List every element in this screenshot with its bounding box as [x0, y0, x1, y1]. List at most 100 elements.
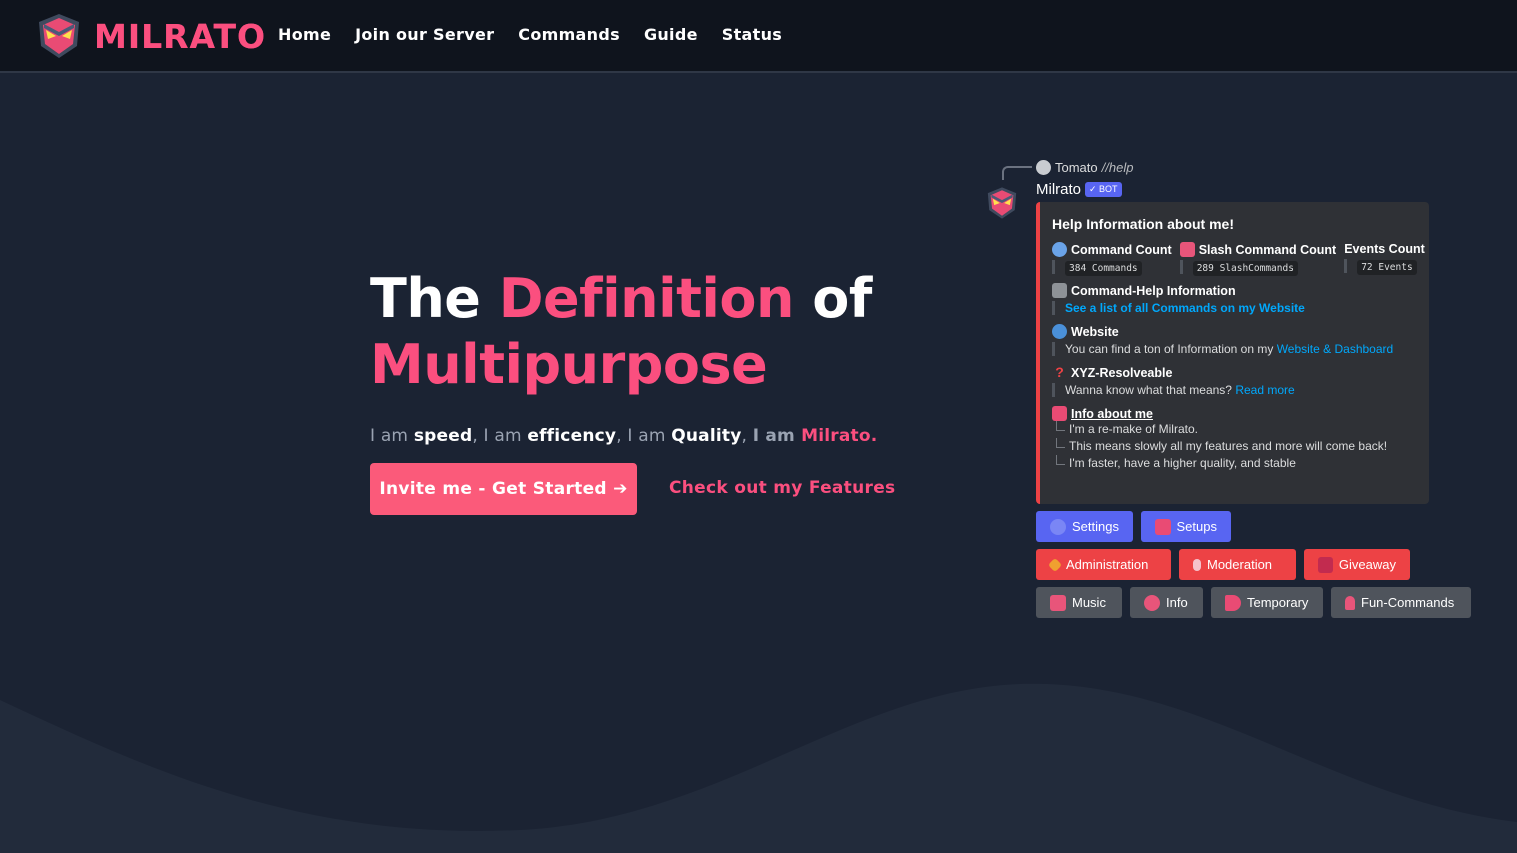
gear-icon	[1050, 518, 1066, 535]
question-icon: ?	[1055, 364, 1064, 380]
joystick-icon	[1345, 595, 1355, 610]
command-count-field: Command Count 384 Commands	[1052, 242, 1172, 276]
administration-button[interactable]: Administration	[1036, 549, 1171, 580]
bot-tag: ✓ BOT	[1085, 182, 1122, 197]
shield-icon	[1193, 558, 1201, 571]
setups-button[interactable]: Setups	[1141, 511, 1231, 542]
read-more-link[interactable]: Read more	[1235, 383, 1294, 397]
subtitle-text: , I am	[472, 426, 528, 446]
field-name: Website	[1071, 324, 1119, 339]
website-field: Website You can find a ton of Informatio…	[1052, 324, 1417, 356]
reply-command: //help	[1101, 160, 1134, 175]
reply-header: Tomato //help	[1036, 160, 1133, 175]
subtitle-text: I am	[752, 426, 802, 446]
info-button[interactable]: Info	[1130, 587, 1203, 618]
moderation-button[interactable]: Moderation	[1179, 549, 1296, 580]
info-line-text: I'm a re-make of Milrato.	[1069, 422, 1198, 436]
giveaway-button[interactable]: Giveaway	[1304, 549, 1410, 580]
bot-name-row: Milrato ✓ BOT	[1036, 181, 1122, 198]
nav-home[interactable]: Home	[278, 25, 331, 44]
hero-title: The Definition of Multipurpose	[370, 266, 930, 398]
field-name: Command Count	[1071, 242, 1172, 257]
info-field: Info about me I'm a re-make of Milrato. …	[1052, 406, 1417, 472]
nav-links: Home Join our Server Commands Guide Stat…	[278, 25, 806, 44]
button-label: Setups	[1176, 519, 1217, 534]
button-label: Administration	[1066, 557, 1149, 572]
events-count-field: Events Count 72 Events	[1344, 242, 1425, 275]
subtitle-text: I am	[370, 426, 414, 446]
robot-icon	[1052, 242, 1067, 257]
reply-connector	[1002, 166, 1032, 180]
brand-name: MILRATO	[94, 16, 267, 56]
user-avatar	[1036, 160, 1051, 175]
field-name: Info about me	[1071, 406, 1153, 421]
fun-commands-button[interactable]: Fun-Commands	[1331, 587, 1471, 618]
music-icon	[1050, 594, 1066, 611]
button-label: Info	[1166, 595, 1188, 610]
invite-button[interactable]: Invite me - Get Started ➔	[370, 463, 637, 515]
nav-guide[interactable]: Guide	[644, 25, 698, 44]
hero-title-part: of	[793, 267, 872, 330]
info-line-text: I'm faster, have a higher quality, and s…	[1069, 456, 1296, 470]
count-fields: Command Count 384 Commands Slash Command…	[1052, 242, 1425, 276]
button-label: Settings	[1072, 519, 1119, 534]
button-label: Music	[1072, 595, 1106, 610]
xyz-field: ? XYZ-Resolveable Wanna know what that me…	[1052, 365, 1417, 397]
features-link[interactable]: Check out my Features	[669, 478, 895, 498]
field-text: You can find a ton of Information on my	[1065, 342, 1277, 356]
commands-list-link[interactable]: See a list of all Commands on my Website	[1065, 301, 1305, 315]
nav-join-server[interactable]: Join our Server	[355, 25, 494, 44]
field-value: 289 SlashCommands	[1192, 261, 1298, 276]
tools-icon	[1052, 283, 1067, 298]
info-lines: I'm a re-make of Milrato. This means slo…	[1052, 421, 1417, 472]
hero-title-highlight: Definition	[498, 267, 795, 330]
hero-title-part: The	[370, 267, 499, 330]
settings-button[interactable]: Settings	[1036, 511, 1133, 542]
brand[interactable]: MILRATO	[36, 12, 266, 60]
subtitle-bold: Quality	[671, 426, 742, 446]
background-wave	[0, 683, 1517, 853]
field-name: XYZ-Resolveable	[1071, 365, 1173, 380]
info-line-text: This means slowly all my features and mo…	[1069, 439, 1388, 453]
website-dashboard-link[interactable]: Website & Dashboard	[1277, 342, 1394, 356]
field-name: Slash Command Count	[1198, 242, 1337, 257]
info-line: I'm a re-make of Milrato.	[1056, 421, 1417, 438]
nav-status[interactable]: Status	[722, 25, 782, 44]
slash-icon	[1179, 242, 1195, 257]
subtitle-text: , I am	[616, 426, 672, 446]
hero-title-highlight: Multipurpose	[370, 333, 768, 396]
info-icon	[1144, 594, 1160, 611]
hero-subtitle: I am speed, I am efficency, I am Quality…	[370, 426, 877, 446]
help-embed: Help Information about me! Command Count…	[1036, 202, 1429, 504]
field-name: Command-Help Information	[1071, 283, 1236, 298]
speaker-icon	[1225, 594, 1241, 611]
subtitle-brand: Milrato.	[801, 426, 878, 446]
button-label: Giveaway	[1338, 557, 1396, 572]
navbar: MILRATO Home Join our Server Commands Gu…	[0, 0, 1517, 73]
subtitle-bold: efficency	[527, 426, 617, 446]
music-button[interactable]: Music	[1036, 587, 1122, 618]
info-line: This means slowly all my features and mo…	[1056, 438, 1417, 455]
field-text: Wanna know what that means?	[1065, 383, 1236, 397]
bot-avatar-icon	[987, 187, 1017, 219]
milrato-logo-icon	[39, 14, 79, 58]
help-field: Command-Help Information See a list of a…	[1052, 283, 1417, 315]
gift-icon	[1318, 556, 1333, 573]
slash-count-field: Slash Command Count 289 SlashCommands	[1179, 242, 1337, 276]
field-value: 384 Commands	[1065, 261, 1142, 276]
subtitle-bold: speed	[413, 426, 473, 446]
button-label: Moderation	[1207, 557, 1273, 572]
button-label: Temporary	[1247, 595, 1309, 610]
reply-user: Tomato	[1055, 160, 1098, 175]
milrato-small-icon	[1052, 406, 1067, 421]
nav-commands[interactable]: Commands	[518, 25, 620, 44]
bot-name: Milrato	[1036, 181, 1082, 198]
embed-title: Help Information about me!	[1052, 216, 1234, 232]
button-label: Fun-Commands	[1361, 595, 1455, 610]
milrato-icon	[1155, 518, 1171, 535]
subtitle-text: ,	[741, 426, 753, 446]
field-name: Events Count	[1344, 242, 1425, 256]
temporary-button[interactable]: Temporary	[1211, 587, 1323, 618]
globe-icon	[1052, 324, 1067, 339]
hammer-icon	[1047, 557, 1063, 572]
